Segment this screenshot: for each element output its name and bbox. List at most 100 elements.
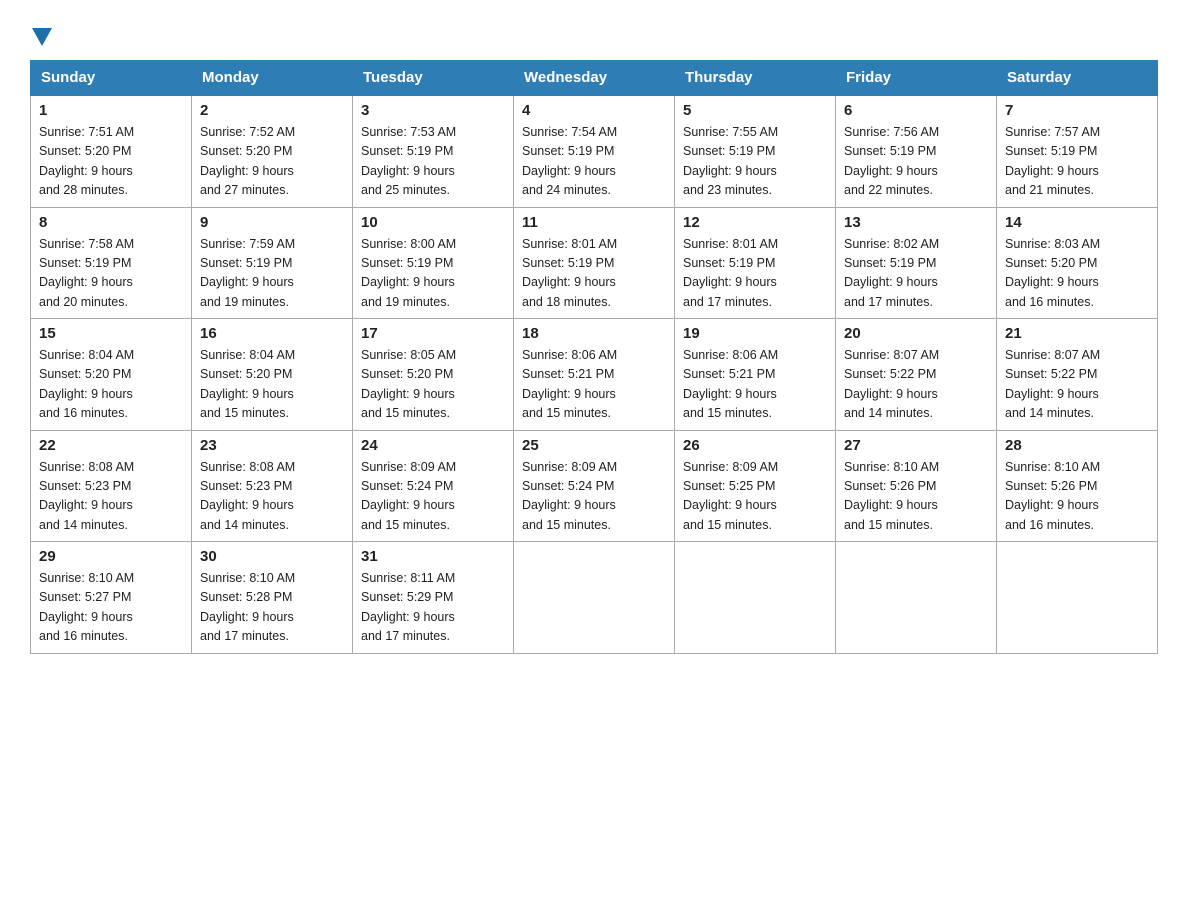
day-info: Sunrise: 7:55 AMSunset: 5:19 PMDaylight:… (683, 123, 827, 201)
day-number: 11 (522, 214, 666, 231)
calendar-day-cell: 8 Sunrise: 7:58 AMSunset: 5:19 PMDaylight… (31, 207, 192, 319)
day-info: Sunrise: 7:52 AMSunset: 5:20 PMDaylight:… (200, 123, 344, 201)
day-info: Sunrise: 8:11 AMSunset: 5:29 PMDaylight:… (361, 569, 505, 647)
calendar-day-cell: 27 Sunrise: 8:10 AMSunset: 5:26 PMDayligh… (836, 430, 997, 542)
calendar-day-cell: 18 Sunrise: 8:06 AMSunset: 5:21 PMDayligh… (514, 319, 675, 431)
calendar-day-cell: 12 Sunrise: 8:01 AMSunset: 5:19 PMDayligh… (675, 207, 836, 319)
day-number: 23 (200, 437, 344, 454)
calendar-day-cell (514, 542, 675, 654)
calendar-table: SundayMondayTuesdayWednesdayThursdayFrid… (30, 60, 1158, 654)
calendar-day-cell: 6Sunrise: 7:56 AMSunset: 5:19 PMDaylight… (836, 95, 997, 207)
day-info: Sunrise: 8:06 AMSunset: 5:21 PMDaylight:… (522, 346, 666, 424)
calendar-day-cell: 24Sunrise: 8:09 AMSunset: 5:24 PMDayligh… (353, 430, 514, 542)
day-info: Sunrise: 7:59 AMSunset: 5:19 PMDaylight:… (200, 235, 344, 313)
calendar-header-row: SundayMondayTuesdayWednesdayThursdayFrid… (31, 61, 1158, 96)
day-info: Sunrise: 8:06 AMSunset: 5:21 PMDaylight:… (683, 346, 827, 424)
day-number: 12 (683, 214, 827, 231)
calendar-day-cell: 13 Sunrise: 8:02 AMSunset: 5:19 PMDayligh… (836, 207, 997, 319)
day-number: 17 (361, 325, 505, 342)
day-info: Sunrise: 8:09 AMSunset: 5:24 PMDaylight:… (361, 458, 505, 536)
weekday-header: Thursday (675, 61, 836, 96)
calendar-day-cell: 25 Sunrise: 8:09 AMSunset: 5:24 PMDayligh… (514, 430, 675, 542)
weekday-header: Sunday (31, 61, 192, 96)
calendar-day-cell: 16Sunrise: 8:04 AMSunset: 5:20 PMDayligh… (192, 319, 353, 431)
day-number: 26 (683, 437, 827, 454)
calendar-day-cell: 30 Sunrise: 8:10 AMSunset: 5:28 PMDayligh… (192, 542, 353, 654)
day-info: Sunrise: 8:10 AMSunset: 5:27 PMDaylight:… (39, 569, 183, 647)
weekday-header: Friday (836, 61, 997, 96)
day-info: Sunrise: 8:09 AMSunset: 5:25 PMDaylight:… (683, 458, 827, 536)
day-number: 2 (200, 102, 344, 119)
day-number: 27 (844, 437, 988, 454)
calendar-day-cell: 11Sunrise: 8:01 AMSunset: 5:19 PMDayligh… (514, 207, 675, 319)
calendar-week-row: 29Sunrise: 8:10 AMSunset: 5:27 PMDayligh… (31, 542, 1158, 654)
weekday-header: Tuesday (353, 61, 514, 96)
day-number: 21 (1005, 325, 1149, 342)
calendar-day-cell: 29Sunrise: 8:10 AMSunset: 5:27 PMDayligh… (31, 542, 192, 654)
day-number: 10 (361, 214, 505, 231)
day-info: Sunrise: 7:51 AMSunset: 5:20 PMDaylight:… (39, 123, 183, 201)
calendar-day-cell (675, 542, 836, 654)
calendar-day-cell: 21 Sunrise: 8:07 AMSunset: 5:22 PMDayligh… (997, 319, 1158, 431)
calendar-day-cell: 31Sunrise: 8:11 AMSunset: 5:29 PMDayligh… (353, 542, 514, 654)
calendar-day-cell: 2 Sunrise: 7:52 AMSunset: 5:20 PMDaylight… (192, 95, 353, 207)
day-info: Sunrise: 7:54 AMSunset: 5:19 PMDaylight:… (522, 123, 666, 201)
day-number: 20 (844, 325, 988, 342)
calendar-day-cell: 23 Sunrise: 8:08 AMSunset: 5:23 PMDayligh… (192, 430, 353, 542)
day-number: 13 (844, 214, 988, 231)
day-info: Sunrise: 8:07 AMSunset: 5:22 PMDaylight:… (1005, 346, 1149, 424)
logo (30, 20, 54, 44)
calendar-day-cell: 14Sunrise: 8:03 AMSunset: 5:20 PMDayligh… (997, 207, 1158, 319)
calendar-day-cell (836, 542, 997, 654)
day-info: Sunrise: 8:04 AMSunset: 5:20 PMDaylight:… (200, 346, 344, 424)
day-info: Sunrise: 8:10 AMSunset: 5:28 PMDaylight:… (200, 569, 344, 647)
day-number: 7 (1005, 102, 1149, 119)
day-number: 5 (683, 102, 827, 119)
calendar-week-row: 1 Sunrise: 7:51 AMSunset: 5:20 PMDaylight… (31, 95, 1158, 207)
calendar-day-cell: 19 Sunrise: 8:06 AMSunset: 5:21 PMDayligh… (675, 319, 836, 431)
calendar-day-cell: 20 Sunrise: 8:07 AMSunset: 5:22 PMDayligh… (836, 319, 997, 431)
day-info: Sunrise: 8:04 AMSunset: 5:20 PMDaylight:… (39, 346, 183, 424)
day-number: 4 (522, 102, 666, 119)
logo-triangle-icon (32, 28, 52, 46)
day-info: Sunrise: 8:10 AMSunset: 5:26 PMDaylight:… (844, 458, 988, 536)
calendar-week-row: 8 Sunrise: 7:58 AMSunset: 5:19 PMDaylight… (31, 207, 1158, 319)
day-info: Sunrise: 8:02 AMSunset: 5:19 PMDaylight:… (844, 235, 988, 313)
calendar-day-cell: 22 Sunrise: 8:08 AMSunset: 5:23 PMDayligh… (31, 430, 192, 542)
day-info: Sunrise: 7:53 AMSunset: 5:19 PMDaylight:… (361, 123, 505, 201)
calendar-day-cell: 7 Sunrise: 7:57 AMSunset: 5:19 PMDaylight… (997, 95, 1158, 207)
day-number: 3 (361, 102, 505, 119)
day-info: Sunrise: 8:01 AMSunset: 5:19 PMDaylight:… (683, 235, 827, 313)
calendar-day-cell: 26 Sunrise: 8:09 AMSunset: 5:25 PMDayligh… (675, 430, 836, 542)
day-info: Sunrise: 8:10 AMSunset: 5:26 PMDaylight:… (1005, 458, 1149, 536)
day-number: 6 (844, 102, 988, 119)
day-number: 1 (39, 102, 183, 119)
day-number: 18 (522, 325, 666, 342)
calendar-day-cell: 10Sunrise: 8:00 AMSunset: 5:19 PMDayligh… (353, 207, 514, 319)
day-info: Sunrise: 7:57 AMSunset: 5:19 PMDaylight:… (1005, 123, 1149, 201)
calendar-day-cell: 4 Sunrise: 7:54 AMSunset: 5:19 PMDaylight… (514, 95, 675, 207)
day-number: 25 (522, 437, 666, 454)
day-info: Sunrise: 8:09 AMSunset: 5:24 PMDaylight:… (522, 458, 666, 536)
day-number: 15 (39, 325, 183, 342)
calendar-day-cell: 9 Sunrise: 7:59 AMSunset: 5:19 PMDaylight… (192, 207, 353, 319)
calendar-week-row: 15 Sunrise: 8:04 AMSunset: 5:20 PMDayligh… (31, 319, 1158, 431)
day-info: Sunrise: 8:03 AMSunset: 5:20 PMDaylight:… (1005, 235, 1149, 313)
day-info: Sunrise: 8:05 AMSunset: 5:20 PMDaylight:… (361, 346, 505, 424)
calendar-day-cell: 5 Sunrise: 7:55 AMSunset: 5:19 PMDaylight… (675, 95, 836, 207)
calendar-day-cell: 3 Sunrise: 7:53 AMSunset: 5:19 PMDaylight… (353, 95, 514, 207)
weekday-header: Wednesday (514, 61, 675, 96)
day-number: 8 (39, 214, 183, 231)
calendar-day-cell: 1 Sunrise: 7:51 AMSunset: 5:20 PMDaylight… (31, 95, 192, 207)
day-info: Sunrise: 8:07 AMSunset: 5:22 PMDaylight:… (844, 346, 988, 424)
calendar-day-cell: 17 Sunrise: 8:05 AMSunset: 5:20 PMDayligh… (353, 319, 514, 431)
day-info: Sunrise: 8:08 AMSunset: 5:23 PMDaylight:… (39, 458, 183, 536)
day-info: Sunrise: 8:08 AMSunset: 5:23 PMDaylight:… (200, 458, 344, 536)
day-info: Sunrise: 7:58 AMSunset: 5:19 PMDaylight:… (39, 235, 183, 313)
day-number: 30 (200, 548, 344, 565)
day-number: 22 (39, 437, 183, 454)
calendar-body: 1 Sunrise: 7:51 AMSunset: 5:20 PMDaylight… (31, 95, 1158, 653)
day-number: 19 (683, 325, 827, 342)
calendar-day-cell (997, 542, 1158, 654)
day-number: 9 (200, 214, 344, 231)
